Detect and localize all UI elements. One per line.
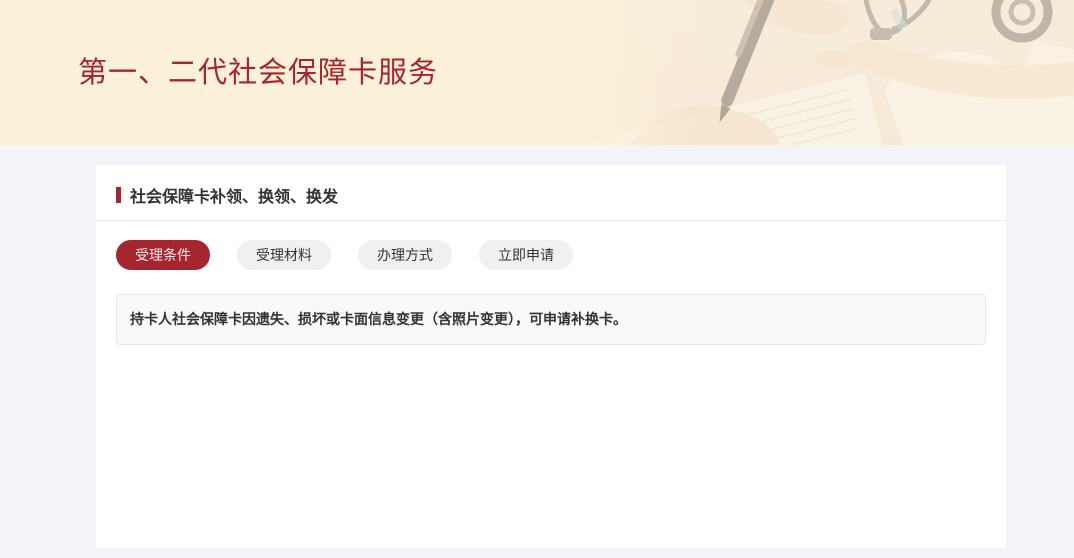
tab-processing-method[interactable]: 办理方式	[358, 240, 452, 270]
service-card: 社会保障卡补领、换领、换发 受理条件 受理材料 办理方式 立即申请 持卡人社会保…	[96, 165, 1006, 548]
tab-acceptance-conditions[interactable]: 受理条件	[116, 240, 210, 270]
doctor-writing-photo	[574, 0, 1074, 145]
section-header: 社会保障卡补领、换领、换发	[96, 165, 1006, 221]
content-area: 社会保障卡补领、换领、换发 受理条件 受理材料 办理方式 立即申请 持卡人社会保…	[0, 145, 1074, 548]
tab-apply-now[interactable]: 立即申请	[479, 240, 573, 270]
tab-required-materials[interactable]: 受理材料	[237, 240, 331, 270]
condition-info-box: 持卡人社会保障卡因遗失、损坏或卡面信息变更（含照片变更），可申请补换卡。	[116, 294, 986, 345]
section-title: 社会保障卡补领、换领、换发	[130, 183, 338, 207]
page: 第一、二代社会保障卡服务	[0, 0, 1074, 558]
condition-text: 持卡人社会保障卡因遗失、损坏或卡面信息变更（含照片变更），可申请补换卡。	[130, 311, 972, 328]
section-marker-bar	[116, 187, 121, 203]
page-title: 第一、二代社会保障卡服务	[78, 58, 438, 90]
tab-bar: 受理条件 受理材料 办理方式 立即申请	[96, 240, 1006, 270]
banner: 第一、二代社会保障卡服务	[0, 0, 1074, 145]
